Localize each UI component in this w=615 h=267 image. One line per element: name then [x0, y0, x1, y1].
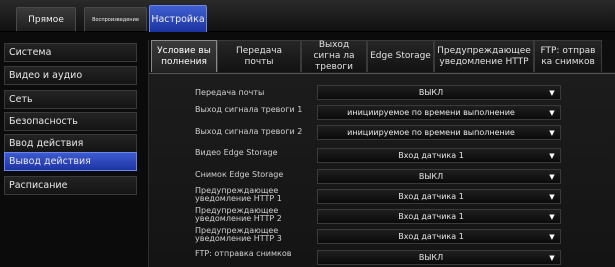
edge-storage-video-select[interactable]: Вход датчика 1 ▼ — [317, 148, 561, 163]
sidebar-item-system[interactable]: Система — [4, 43, 137, 62]
form-row: Выход сигнала тревоги 1 инициируемое по … — [149, 103, 615, 121]
select-value: ВЫКЛ — [418, 253, 444, 262]
sidebar: Система Видео и аудио Сеть Безопасность … — [0, 40, 137, 267]
sidebar-item-action-input[interactable]: Ввод действия — [4, 134, 137, 153]
tab-playback[interactable]: Воспроизведение — [84, 7, 147, 31]
triangle-down-icon: ▼ — [549, 212, 555, 221]
tab-mail-transfer[interactable]: Передача почты — [217, 40, 301, 72]
settings-form: Передача почты ВЫКЛ ▼ Выход сигнала трев… — [149, 73, 615, 267]
sidebar-item-video-audio[interactable]: Видео и аудио — [4, 66, 137, 85]
tab-ftp-snapshot[interactable]: FTP: отправ ка снимков — [534, 40, 602, 72]
select-value: Вход датчика 1 — [398, 151, 464, 160]
triangle-down-icon: ▼ — [549, 128, 555, 137]
top-navigation: Прямое Воспроизведение Настройка — [0, 0, 615, 32]
triangle-down-icon: ▼ — [549, 151, 555, 160]
alarm-output-2-select[interactable]: инициируемое по времени выполнение ▼ — [317, 125, 561, 140]
triangle-down-icon: ▼ — [549, 232, 555, 241]
sidebar-item-network[interactable]: Сеть — [4, 90, 137, 109]
sidebar-item-security[interactable]: Безопасность — [4, 112, 137, 131]
tab-edge-storage[interactable]: Edge Storage — [367, 40, 434, 72]
edge-storage-snapshot-select[interactable]: ВЫКЛ ▼ — [317, 169, 561, 184]
select-value: инициируемое по времени выполнение — [347, 128, 515, 137]
select-value: ВЫКЛ — [418, 172, 444, 181]
alarm-output-1-select[interactable]: инициируемое по времени выполнение ▼ — [317, 105, 561, 120]
form-row: Выход сигнала тревоги 2 инициируемое по … — [149, 125, 615, 143]
select-value: ВЫКЛ — [418, 88, 444, 97]
http-alert-3-select[interactable]: Вход датчика 1 ▼ — [317, 229, 561, 244]
http-alert-2-select[interactable]: Вход датчика 1 ▼ — [317, 209, 561, 224]
tab-execution-condition[interactable]: Условие вы полнения — [151, 40, 217, 72]
select-value: Вход датчика 1 — [398, 232, 464, 241]
tab-http-alert[interactable]: Предупреждающее уведомление HTTP — [434, 40, 534, 72]
field-label: Снимок Edge Storage — [195, 170, 284, 179]
field-label: Передача почты — [195, 88, 265, 97]
form-row: Снимок Edge Storage ВЫКЛ ▼ — [149, 167, 615, 185]
select-value: Вход датчика 1 — [398, 192, 464, 201]
sidebar-item-schedule[interactable]: Расписание — [4, 176, 137, 195]
triangle-down-icon: ▼ — [549, 88, 555, 97]
field-label: Видео Edge Storage — [195, 148, 278, 157]
http-alert-1-select[interactable]: Вход датчика 1 ▼ — [317, 189, 561, 204]
field-label: Предупреждающее уведомление HTTP 3 — [195, 226, 282, 243]
triangle-down-icon: ▼ — [549, 172, 555, 181]
form-row: Предупреждающее уведомление HTTP 2 Вход … — [149, 207, 615, 225]
triangle-down-icon: ▼ — [549, 253, 555, 262]
form-row: Передача почты ВЫКЛ ▼ — [149, 84, 615, 102]
field-label: Выход сигнала тревоги 1 — [195, 105, 303, 114]
sidebar-item-action-output[interactable]: Вывод действия — [4, 152, 137, 171]
triangle-down-icon: ▼ — [549, 108, 555, 117]
field-label: Предупреждающее уведомление HTTP 2 — [195, 206, 282, 223]
form-row: Предупреждающее уведомление HTTP 3 Вход … — [149, 227, 615, 245]
subtab-bar: Условие вы полнения Передача почты Выход… — [149, 40, 615, 72]
form-row: FTP: отправка снимков ВЫКЛ ▼ — [149, 246, 615, 265]
field-label: Выход сигнала тревоги 2 — [195, 127, 303, 136]
form-row: Видео Edge Storage Вход датчика 1 ▼ — [149, 146, 615, 164]
select-value: инициируемое по времени выполнение — [347, 108, 515, 117]
ftp-snapshot-select[interactable]: ВЫКЛ ▼ — [317, 250, 561, 265]
tab-live[interactable]: Прямое — [16, 7, 76, 31]
tab-alarm-output[interactable]: Выход сигна ла тревоги — [301, 40, 367, 72]
triangle-down-icon: ▼ — [549, 192, 555, 201]
mail-transfer-select[interactable]: ВЫКЛ ▼ — [317, 85, 561, 100]
main-panel: Условие вы полнения Передача почты Выход… — [148, 40, 615, 267]
tab-settings[interactable]: Настройка — [149, 5, 207, 32]
form-row: Предупреждающее уведомление HTTP 1 Вход … — [149, 187, 615, 205]
select-value: Вход датчика 1 — [398, 212, 464, 221]
field-label: FTP: отправка снимков — [195, 249, 292, 258]
field-label: Предупреждающее уведомление HTTP 1 — [195, 186, 282, 203]
